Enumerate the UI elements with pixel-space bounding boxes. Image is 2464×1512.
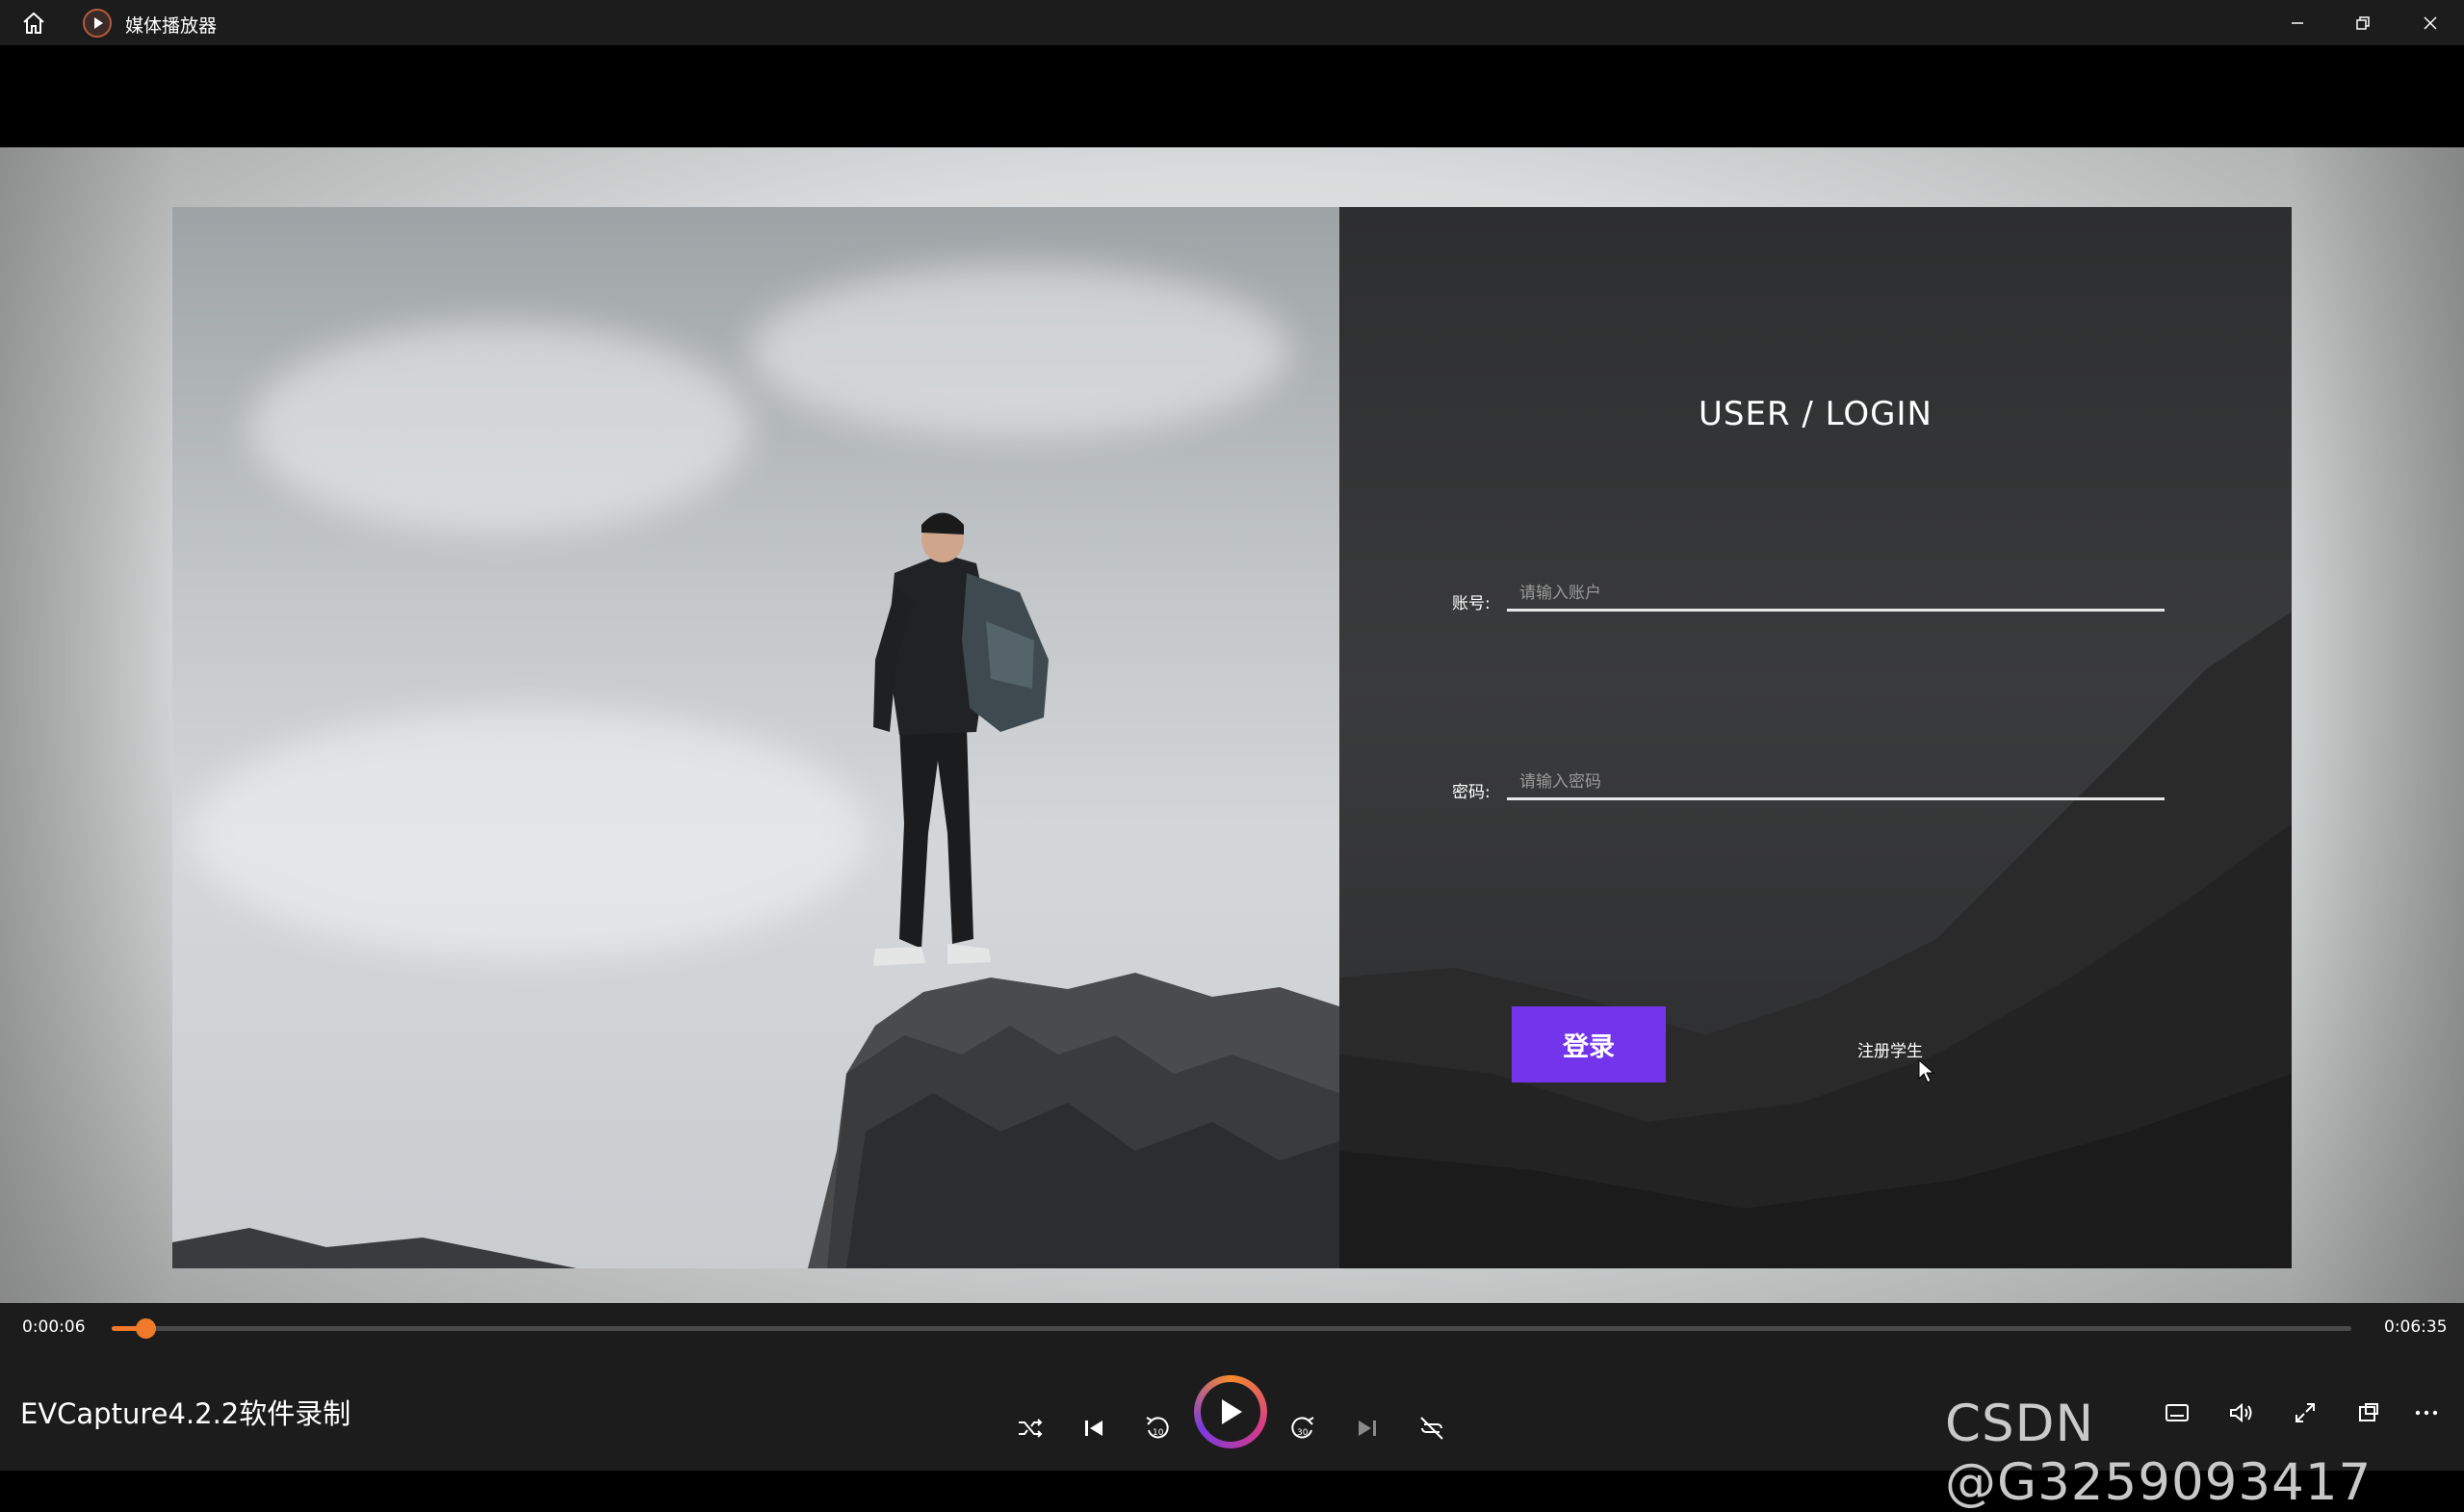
shuffle-button[interactable] <box>1009 1407 1051 1449</box>
register-student-link[interactable]: 注册学生 <box>1857 1037 1923 1061</box>
mouse-cursor-icon <box>1918 1059 1935 1083</box>
login-page-recording: USER / LOGIN 账号: 密码: 登录 注册学生 <box>172 207 2292 1268</box>
total-duration: 0:06:35 <box>2384 1317 2448 1337</box>
forward-30-icon: 30 <box>1291 1417 1314 1439</box>
svg-text:10: 10 <box>1153 1428 1164 1438</box>
video-vignette-right <box>2291 147 2464 1303</box>
password-input[interactable] <box>1507 766 2165 800</box>
forward-30-button[interactable]: 30 <box>1282 1407 1324 1449</box>
restore-button[interactable] <box>2330 0 2396 45</box>
play-icon <box>1222 1399 1242 1424</box>
video-frame[interactable]: USER / LOGIN 账号: 密码: 登录 注册学生 <box>0 147 2464 1303</box>
letterbox-top <box>0 45 2464 147</box>
now-playing-title: EVCapture4.2.2软件录制 <box>20 1397 351 1430</box>
account-label: 账号: <box>1452 594 1491 613</box>
video-vignette-left <box>0 147 173 1303</box>
minimize-button[interactable] <box>2265 0 2330 45</box>
title-bar: 媒体播放器 <box>0 0 2464 45</box>
play-button[interactable] <box>1194 1375 1267 1448</box>
next-button[interactable] <box>1346 1407 1388 1449</box>
close-button[interactable] <box>2398 0 2463 45</box>
home-icon[interactable] <box>19 10 48 37</box>
mountain-background <box>1339 612 2292 1268</box>
previous-button[interactable] <box>1073 1407 1115 1449</box>
login-title: USER / LOGIN <box>1699 395 1932 433</box>
repeat-button[interactable] <box>1411 1407 1453 1449</box>
hiker-photo <box>172 207 1339 1268</box>
media-player-icon <box>83 9 112 38</box>
seek-bar[interactable] <box>112 1318 2351 1339</box>
minimize-icon <box>2292 21 2303 24</box>
hiker-on-cliff-illustration <box>172 512 1339 1268</box>
shuffle-icon <box>1019 1419 1043 1438</box>
rewind-10-icon: 10 <box>1146 1417 1169 1439</box>
close-icon <box>2424 15 2437 30</box>
account-input[interactable] <box>1507 577 2165 612</box>
csdn-watermark: CSDN @G3259093417 <box>1945 1395 2373 1512</box>
login-button[interactable]: 登录 <box>1512 1006 1666 1082</box>
window-title: 媒体播放器 <box>125 15 218 37</box>
svg-text:30: 30 <box>1297 1428 1309 1438</box>
next-icon <box>1359 1421 1376 1436</box>
rewind-10-button[interactable]: 10 <box>1136 1407 1179 1449</box>
seek-bar-thumb[interactable] <box>136 1318 156 1339</box>
repeat-off-icon <box>1420 1417 1443 1440</box>
login-panel: USER / LOGIN 账号: 密码: 登录 注册学生 <box>1339 207 2292 1268</box>
password-label: 密码: <box>1452 783 1491 802</box>
previous-icon <box>1085 1421 1102 1436</box>
elapsed-time: 0:00:06 <box>22 1317 86 1337</box>
restore-icon <box>2356 15 2370 30</box>
